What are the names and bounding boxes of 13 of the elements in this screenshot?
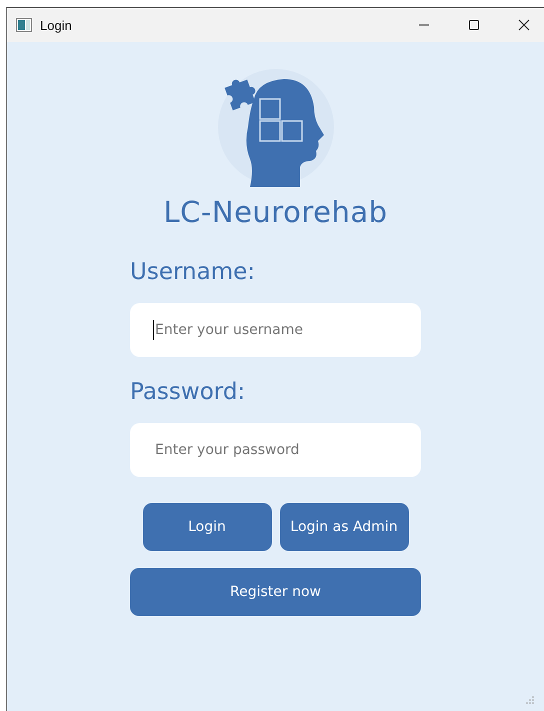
field-label: Password:: [130, 379, 246, 405]
field-label: Username:: [130, 259, 256, 285]
app-title: LC-Neurorehab: [164, 195, 388, 229]
resize-grip-icon[interactable]: [526, 696, 534, 704]
login-button[interactable]: Login as Admin: [280, 503, 408, 551]
window-title: Login: [40, 18, 72, 32]
maximize-icon[interactable]: [468, 19, 480, 31]
login-button[interactable]: Login: [142, 503, 272, 551]
register-button[interactable]: Register now: [130, 568, 421, 616]
close-icon[interactable]: [518, 19, 530, 31]
input-field[interactable]: Enter your username: [130, 303, 421, 357]
input-field[interactable]: Enter your password: [130, 423, 421, 477]
app-icon: [16, 18, 32, 32]
